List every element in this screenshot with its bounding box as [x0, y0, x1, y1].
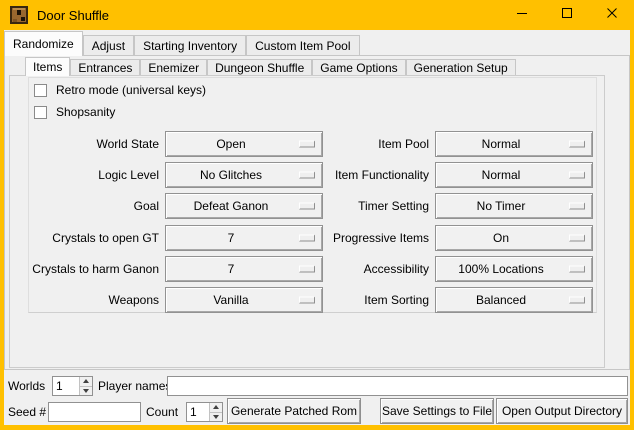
dropdown-value: No Timer: [477, 199, 526, 213]
world-state-label: World State: [29, 131, 159, 157]
worlds-label: Worlds: [8, 376, 45, 396]
tab-dungeon-shuffle[interactable]: Dungeon Shuffle: [207, 59, 312, 75]
dropdown-indicator-icon: [569, 297, 585, 304]
item-functionality-label: Item Functionality: [269, 162, 429, 188]
app-icon: [10, 6, 28, 24]
maximize-button[interactable]: [544, 0, 589, 30]
options-frame: Retro mode (universal keys) Shopsanity W…: [28, 77, 597, 313]
main-tab-bar: Randomize Adjust Starting Inventory Cust…: [4, 31, 360, 56]
spinner-buttons: [79, 377, 92, 395]
tab-adjust[interactable]: Adjust: [83, 35, 134, 55]
item-sorting-label: Item Sorting: [269, 287, 429, 313]
dropdown-value: 7: [228, 262, 235, 276]
window-title: Door Shuffle: [37, 8, 109, 23]
dropdown-value: Vanilla: [213, 293, 248, 307]
worlds-value: 1: [56, 377, 63, 395]
arrow-down-icon: [213, 415, 219, 419]
dropdown-value: 100% Locations: [458, 262, 543, 276]
dropdown-value: Defeat Ganon: [194, 199, 269, 213]
count-spinbox[interactable]: 1: [186, 402, 223, 422]
item-sorting-dropdown[interactable]: Balanced: [435, 287, 593, 313]
player-names-input[interactable]: [167, 376, 628, 396]
progressive-items-dropdown[interactable]: On: [435, 225, 593, 251]
goal-label: Goal: [29, 193, 159, 219]
tab-enemizer[interactable]: Enemizer: [140, 59, 207, 75]
open-output-directory-button[interactable]: Open Output Directory: [496, 398, 628, 424]
tab-items[interactable]: Items: [25, 57, 70, 76]
seed-input[interactable]: [48, 402, 141, 422]
accessibility-label: Accessibility: [269, 256, 429, 282]
spin-down-button[interactable]: [210, 413, 222, 422]
dropdown-indicator-icon: [569, 235, 585, 242]
crystals-gt-label: Crystals to open GT: [29, 225, 159, 251]
dropdown-value: On: [493, 231, 509, 245]
dropdown-value: Normal: [482, 168, 521, 182]
minimize-button[interactable]: [499, 0, 544, 30]
minimize-icon: [516, 6, 528, 24]
logic-level-label: Logic Level: [29, 162, 159, 188]
checkbox-unchecked-icon: [34, 106, 47, 119]
item-pool-dropdown[interactable]: Normal: [435, 131, 593, 157]
dropdown-indicator-icon: [569, 141, 585, 148]
spinner-buttons: [209, 403, 222, 421]
count-label: Count: [146, 402, 178, 422]
window-controls: [499, 0, 634, 30]
titlebar: Door Shuffle: [0, 0, 634, 30]
crystals-ganon-label: Crystals to harm Ganon: [29, 256, 159, 282]
tab-entrances[interactable]: Entrances: [70, 59, 140, 75]
tab-custom-item-pool[interactable]: Custom Item Pool: [246, 35, 359, 55]
dropdown-value: Normal: [482, 137, 521, 151]
dropdown-value: 7: [228, 231, 235, 245]
generate-rom-button[interactable]: Generate Patched Rom: [227, 398, 361, 424]
spin-up-button[interactable]: [210, 403, 222, 413]
accessibility-dropdown[interactable]: 100% Locations: [435, 256, 593, 282]
dropdown-value: No Glitches: [200, 168, 262, 182]
dropdown-value: Open: [216, 137, 245, 151]
timer-setting-dropdown[interactable]: No Timer: [435, 193, 593, 219]
tab-starting-inventory[interactable]: Starting Inventory: [134, 35, 246, 55]
spin-down-button[interactable]: [80, 387, 92, 396]
timer-setting-label: Timer Setting: [269, 193, 429, 219]
dropdown-indicator-icon: [569, 172, 585, 179]
checkbox-label: Retro mode (universal keys): [56, 83, 206, 97]
sub-tab-bar: Items Entrances Enemizer Dungeon Shuffle…: [25, 57, 516, 76]
app-window: Door Shuffle Randomize Adjus: [0, 0, 634, 430]
weapons-label: Weapons: [29, 287, 159, 313]
item-functionality-dropdown[interactable]: Normal: [435, 162, 593, 188]
worlds-spinbox[interactable]: 1: [52, 376, 93, 396]
checkbox-label: Shopsanity: [56, 105, 115, 119]
item-pool-label: Item Pool: [269, 131, 429, 157]
arrow-up-icon: [83, 379, 89, 383]
tab-game-options[interactable]: Game Options: [312, 59, 405, 75]
checkbox-unchecked-icon: [34, 84, 47, 97]
shopsanity-checkbox[interactable]: Shopsanity: [34, 105, 115, 119]
dropdown-value: Balanced: [476, 293, 526, 307]
dropdown-indicator-icon: [569, 203, 585, 210]
maximize-icon: [561, 6, 573, 24]
close-icon: [606, 6, 618, 24]
seed-label: Seed #: [8, 402, 46, 422]
save-settings-button[interactable]: Save Settings to File: [380, 398, 494, 424]
dropdown-indicator-icon: [569, 266, 585, 273]
progressive-items-label: Progressive Items: [269, 225, 429, 251]
count-value: 1: [190, 403, 197, 421]
tab-randomize[interactable]: Randomize: [4, 31, 83, 56]
player-names-label: Player names: [98, 376, 171, 396]
window-body: Randomize Adjust Starting Inventory Cust…: [4, 30, 630, 425]
arrow-down-icon: [83, 389, 89, 393]
tab-generation-setup[interactable]: Generation Setup: [406, 59, 516, 75]
retro-mode-checkbox[interactable]: Retro mode (universal keys): [34, 83, 206, 97]
close-button[interactable]: [589, 0, 634, 30]
arrow-up-icon: [213, 405, 219, 409]
spin-up-button[interactable]: [80, 377, 92, 387]
